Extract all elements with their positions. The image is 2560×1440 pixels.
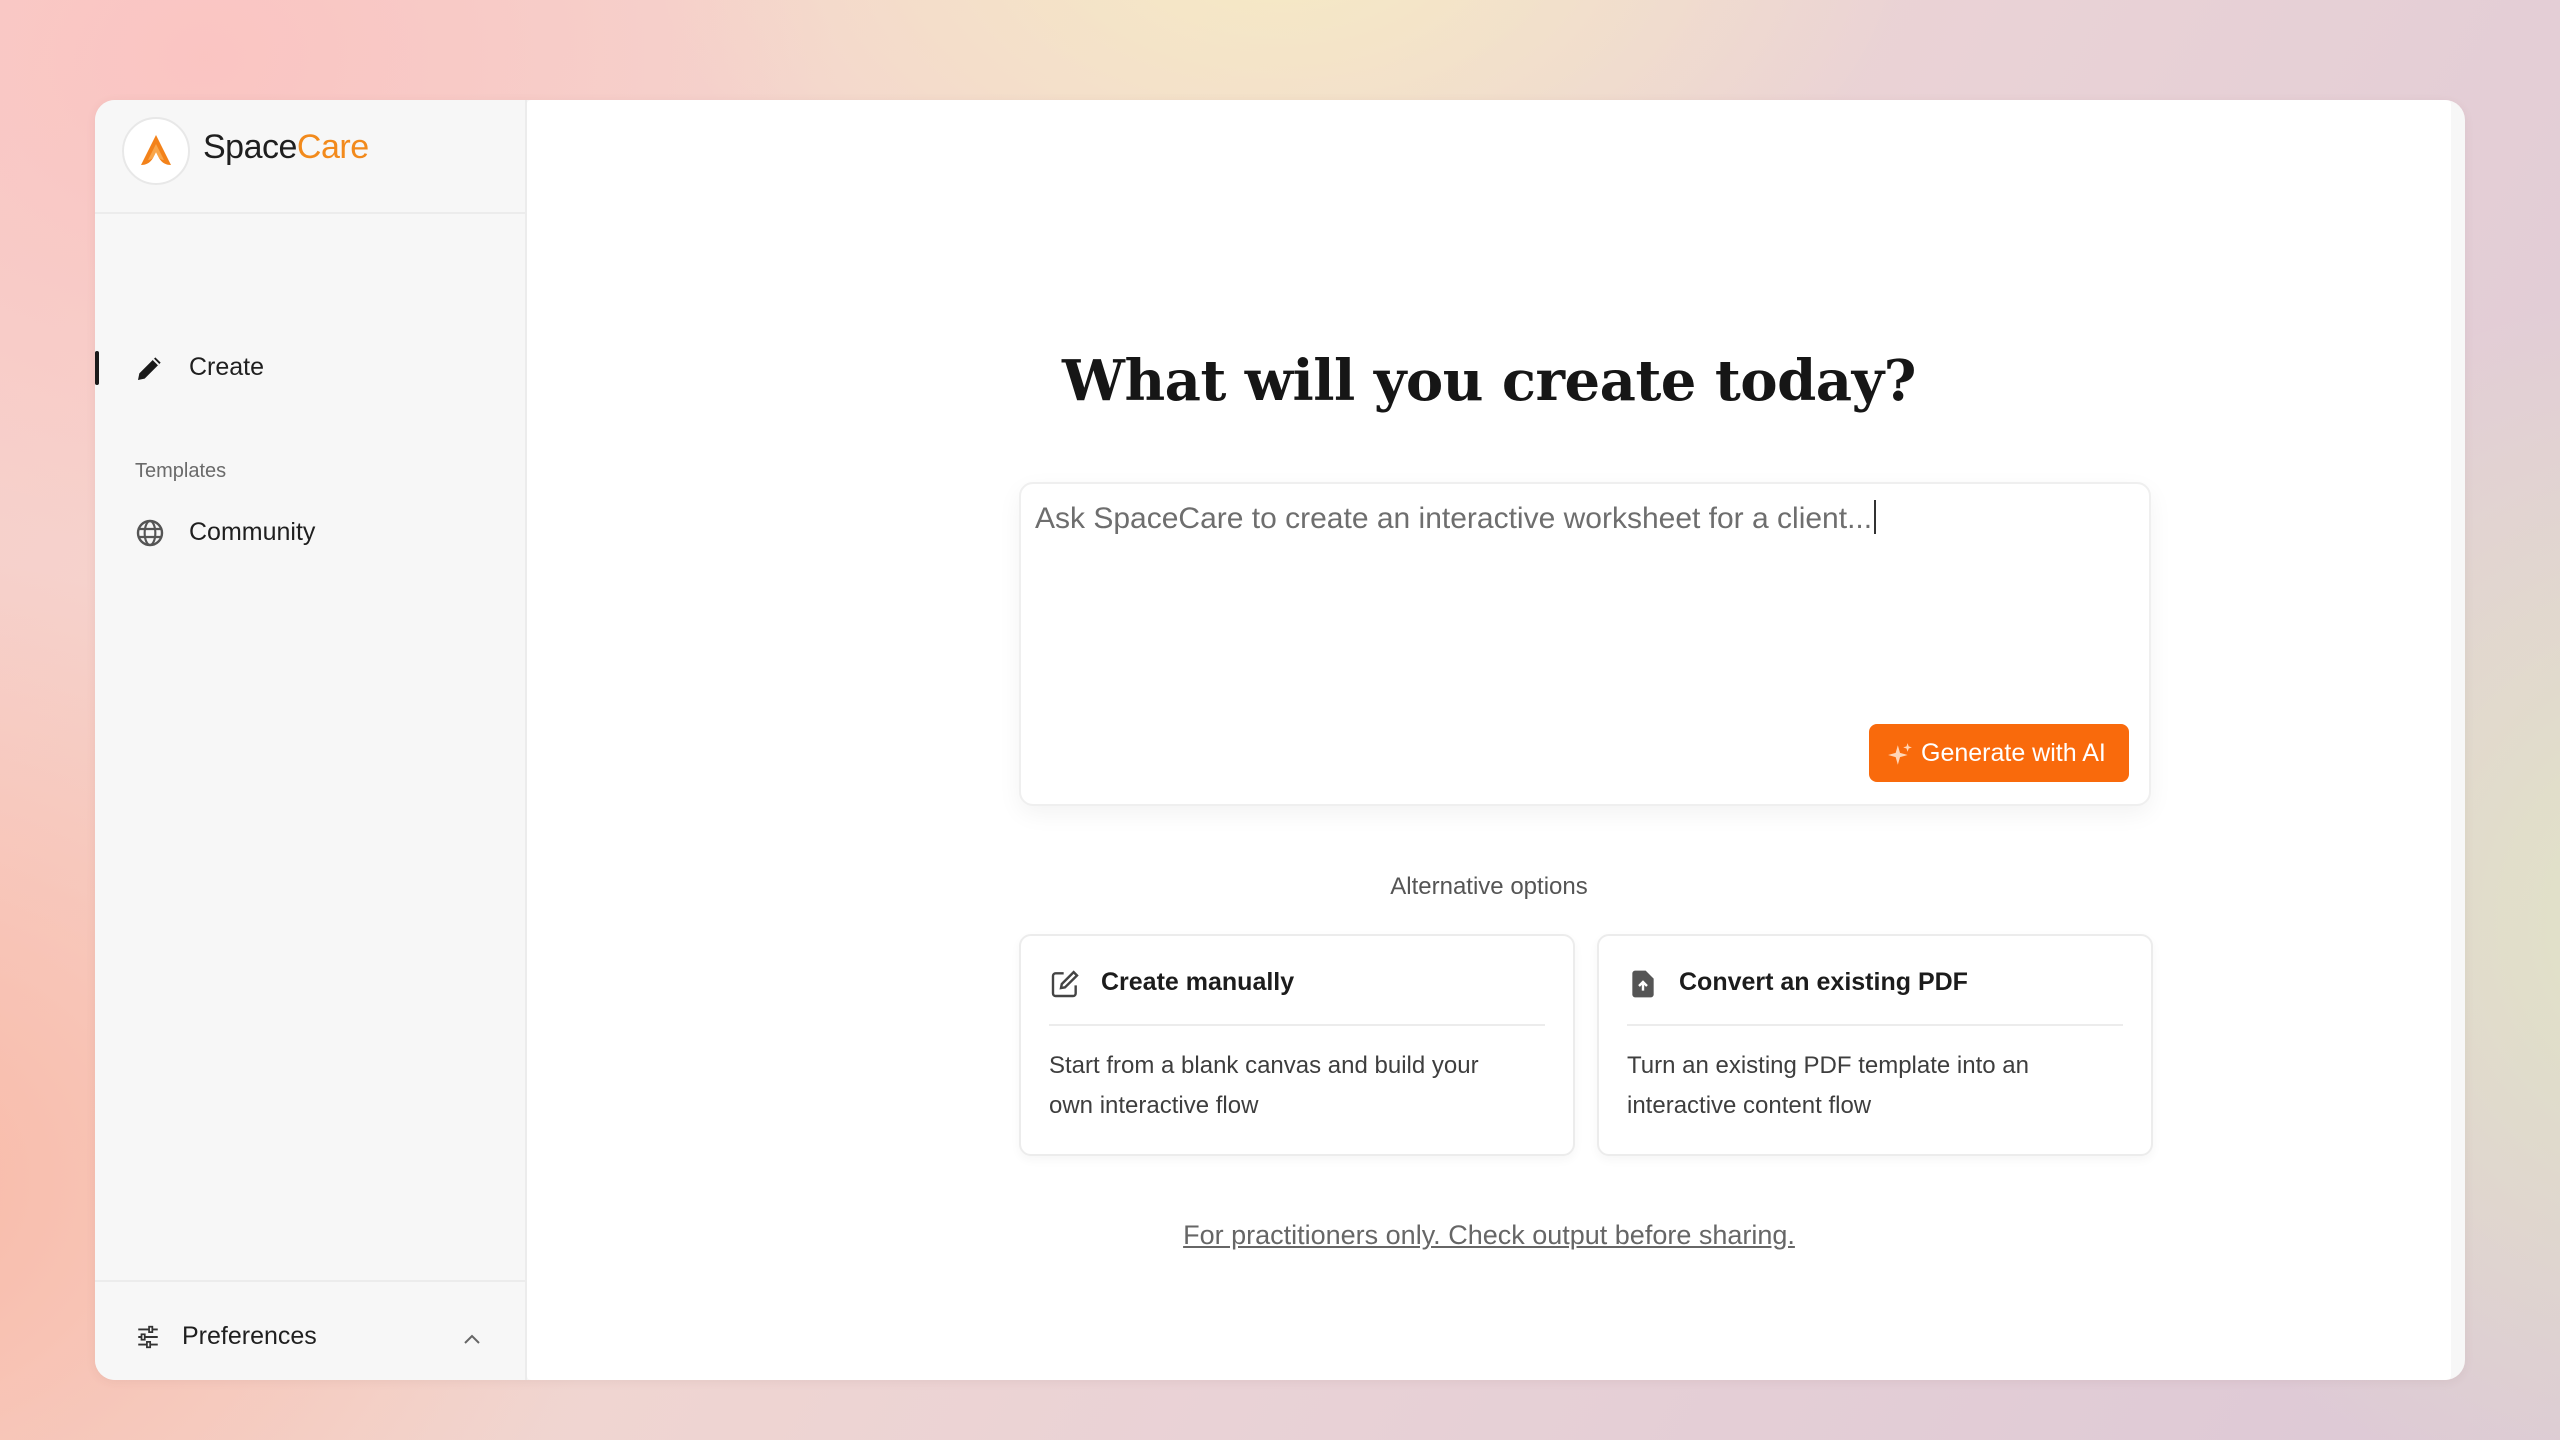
card-divider bbox=[1627, 1024, 2123, 1026]
active-indicator bbox=[95, 351, 99, 385]
sidebar-item-create-label: Create bbox=[189, 353, 265, 381]
sparkle-icon bbox=[1888, 743, 1912, 765]
preferences-label: Preferences bbox=[182, 1322, 317, 1350]
main-panel: What will you create today? Ask SpaceCar… bbox=[527, 100, 2451, 1380]
convert-pdf-title: Convert an existing PDF bbox=[1679, 968, 1968, 996]
brand-header: SpaceCare bbox=[95, 100, 525, 214]
disclaimer-link[interactable]: For practitioners only. Check output bef… bbox=[527, 1220, 2451, 1251]
prompt-placeholder-text: Ask SpaceCare to create an interactive w… bbox=[1035, 502, 1873, 535]
create-manually-card[interactable]: Create manually Start from a blank canva… bbox=[1019, 934, 1575, 1156]
logo-icon bbox=[141, 135, 171, 165]
globe-icon bbox=[136, 519, 164, 547]
create-manually-description: Start from a blank canvas and build your… bbox=[1049, 1052, 1479, 1119]
pencil-icon bbox=[138, 357, 161, 380]
page-title: What will you create today? bbox=[1062, 348, 1916, 414]
text-caret bbox=[1874, 500, 1877, 534]
generate-with-ai-button[interactable]: Generate with AI bbox=[1869, 724, 2129, 782]
preferences-toggle[interactable]: Preferences bbox=[95, 1280, 525, 1380]
brand-name: SpaceCare bbox=[203, 128, 369, 167]
alternative-options-label: Alternative options bbox=[1390, 873, 1588, 900]
prompt-placeholder: Ask SpaceCare to create an interactive w… bbox=[1035, 500, 1877, 536]
file-upload-icon bbox=[1632, 970, 1654, 998]
brand-name-prefix: Space bbox=[203, 128, 297, 166]
chevron-up-icon[interactable] bbox=[460, 1328, 484, 1352]
prompt-input[interactable]: Ask SpaceCare to create an interactive w… bbox=[1019, 482, 2151, 806]
sidebar: SpaceCare Create Templates Community Pre… bbox=[95, 100, 527, 1380]
convert-pdf-description: Turn an existing PDF template into an in… bbox=[1627, 1052, 2029, 1119]
sidebar-item-community-label: Community bbox=[189, 518, 316, 546]
generate-with-ai-label: Generate with AI bbox=[1921, 739, 2106, 767]
convert-pdf-card[interactable]: Convert an existing PDF Turn an existing… bbox=[1597, 934, 2153, 1156]
sliders-icon bbox=[138, 1325, 158, 1349]
brand-name-accent: Care bbox=[296, 128, 369, 166]
sidebar-item-community[interactable]: Community bbox=[95, 500, 525, 566]
logo[interactable] bbox=[122, 117, 190, 185]
create-manually-title: Create manually bbox=[1101, 968, 1295, 996]
templates-section-label: Templates bbox=[135, 460, 227, 482]
sidebar-item-create[interactable]: Create bbox=[95, 335, 525, 401]
card-divider bbox=[1049, 1024, 1545, 1026]
edit-square-icon bbox=[1051, 970, 1079, 998]
app-window: SpaceCare Create Templates Community Pre… bbox=[95, 100, 2465, 1380]
